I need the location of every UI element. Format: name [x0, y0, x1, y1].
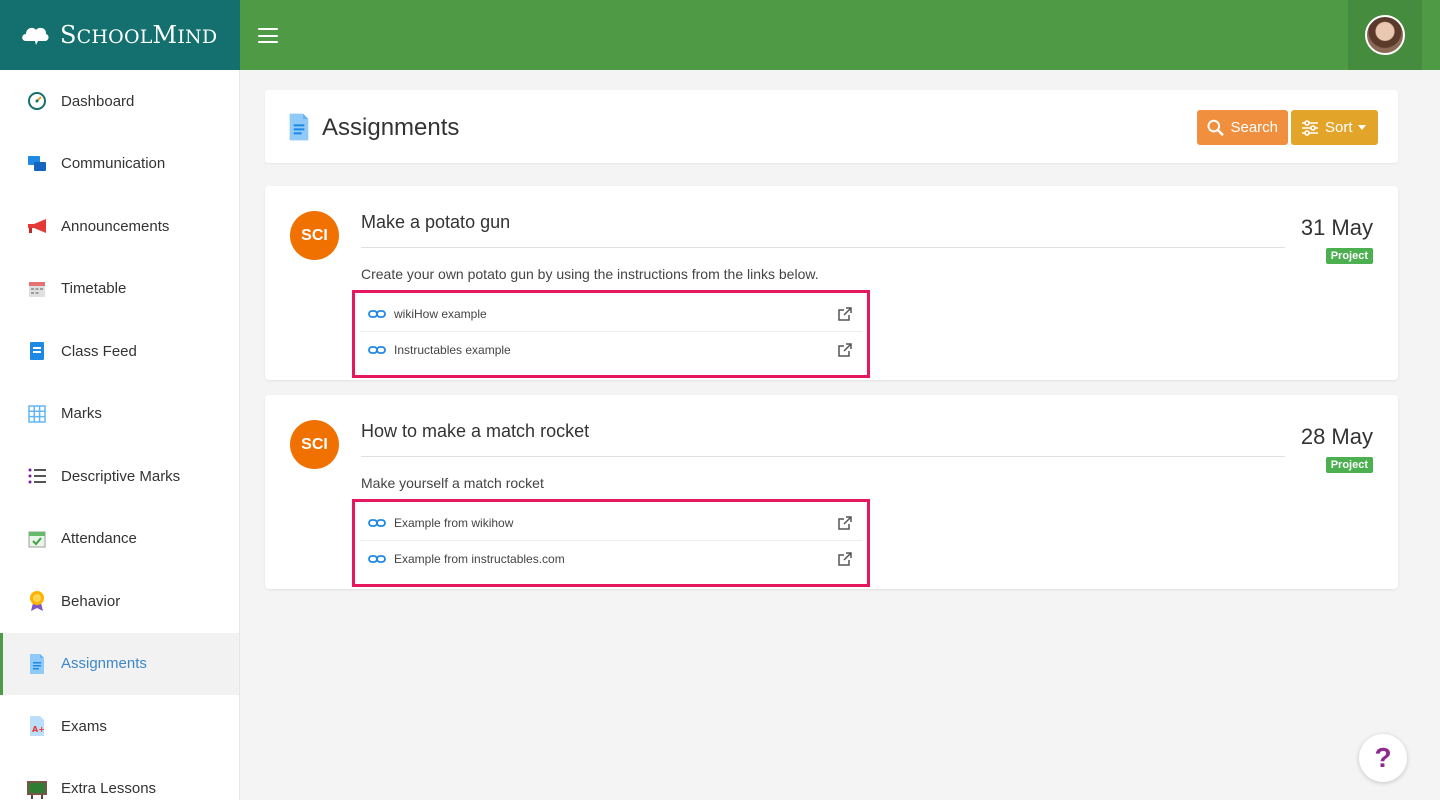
- sidebar-item-announcements[interactable]: Announcements: [0, 195, 239, 258]
- sort-button[interactable]: Sort: [1291, 110, 1378, 145]
- links-list: wikiHow example Instructables example: [352, 290, 870, 378]
- menu-toggle-icon[interactable]: [258, 28, 278, 44]
- external-link-icon[interactable]: [838, 516, 852, 530]
- exam-icon: A+: [26, 715, 48, 737]
- user-menu[interactable]: [1348, 0, 1422, 70]
- attendance-icon: [26, 528, 48, 550]
- list-icon: [26, 465, 48, 487]
- subject-badge: SCI: [290, 211, 339, 260]
- links-list: Example from wikihow Example from instru…: [352, 499, 870, 587]
- link-icon: [368, 518, 386, 527]
- link-icon: [368, 309, 386, 318]
- sidebar-item-class-feed[interactable]: Class Feed: [0, 320, 239, 383]
- assignment-description: Create your own potato gun by using the …: [361, 266, 819, 282]
- sliders-icon: [1302, 119, 1318, 136]
- link-icon: [368, 346, 386, 354]
- sidebar-item-marks[interactable]: Marks: [0, 383, 239, 446]
- link-item[interactable]: Instructables example: [360, 332, 862, 368]
- chat-icon: [26, 153, 48, 175]
- type-badge: Project: [1325, 457, 1373, 473]
- calendar-icon: [26, 278, 48, 300]
- link-item[interactable]: Example from instructables.com: [360, 541, 862, 577]
- link-item[interactable]: Example from wikihow: [360, 505, 862, 541]
- external-link-icon[interactable]: [838, 343, 852, 357]
- brand-name: SCHOOLMIND: [60, 21, 218, 49]
- search-button[interactable]: Search: [1197, 110, 1288, 145]
- sidebar-item-communication[interactable]: Communication: [0, 133, 239, 196]
- help-button[interactable]: ?: [1359, 734, 1407, 782]
- chevron-down-icon: [1357, 125, 1366, 130]
- sidebar-item-extra-lessons[interactable]: Extra Lessons: [0, 758, 239, 800]
- due-date: 31 May: [1300, 215, 1373, 240]
- assignment-title[interactable]: How to make a match rocket: [361, 421, 589, 442]
- sidebar-item-behavior[interactable]: Behavior: [0, 570, 239, 633]
- external-link-icon[interactable]: [838, 552, 852, 566]
- sidebar-item-timetable[interactable]: Timetable: [0, 258, 239, 321]
- divider: [361, 247, 1285, 248]
- medal-icon: [26, 590, 48, 612]
- link-icon: [368, 555, 386, 563]
- megaphone-icon: [26, 215, 48, 237]
- assignment-card[interactable]: SCI How to make a match rocket 28 May Pr…: [265, 395, 1398, 589]
- dashboard-icon: [26, 90, 48, 112]
- sidebar-item-attendance[interactable]: Attendance: [0, 508, 239, 571]
- blackboard-icon: [26, 778, 48, 800]
- link-item[interactable]: wikiHow example: [360, 296, 862, 332]
- page-title: Assignments: [322, 114, 460, 141]
- document-icon: [26, 653, 48, 675]
- assignment-title[interactable]: Make a potato gun: [361, 212, 510, 233]
- sidebar: Dashboard Communication Announcements Ti…: [0, 70, 240, 800]
- sidebar-item-descriptive-marks[interactable]: Descriptive Marks: [0, 445, 239, 508]
- sidebar-item-exams[interactable]: A+ Exams: [0, 695, 239, 758]
- assignment-description: Make yourself a match rocket: [361, 475, 544, 491]
- due-date: 28 May: [1300, 424, 1373, 449]
- avatar[interactable]: [1365, 15, 1405, 55]
- brand-logo[interactable]: SCHOOLMIND: [0, 0, 240, 70]
- main-content: Assignments Search Sort SCI Make a potat…: [265, 90, 1398, 589]
- subject-badge: SCI: [290, 420, 339, 469]
- grid-icon: [26, 403, 48, 425]
- sidebar-item-dashboard[interactable]: Dashboard: [0, 70, 239, 133]
- external-link-icon[interactable]: [838, 307, 852, 321]
- svg-text:A+: A+: [32, 725, 45, 734]
- search-icon: [1207, 119, 1224, 136]
- divider: [361, 456, 1285, 457]
- assignment-card[interactable]: SCI Make a potato gun 31 May Project Cre…: [265, 186, 1398, 380]
- page-header: Assignments Search Sort: [265, 90, 1398, 163]
- document-icon: [287, 112, 311, 147]
- scrollbar[interactable]: [1423, 70, 1440, 800]
- type-badge: Project: [1325, 248, 1373, 264]
- cloud-logo-icon: [22, 27, 49, 45]
- feed-icon: [26, 340, 48, 362]
- sidebar-item-assignments[interactable]: Assignments: [0, 632, 239, 695]
